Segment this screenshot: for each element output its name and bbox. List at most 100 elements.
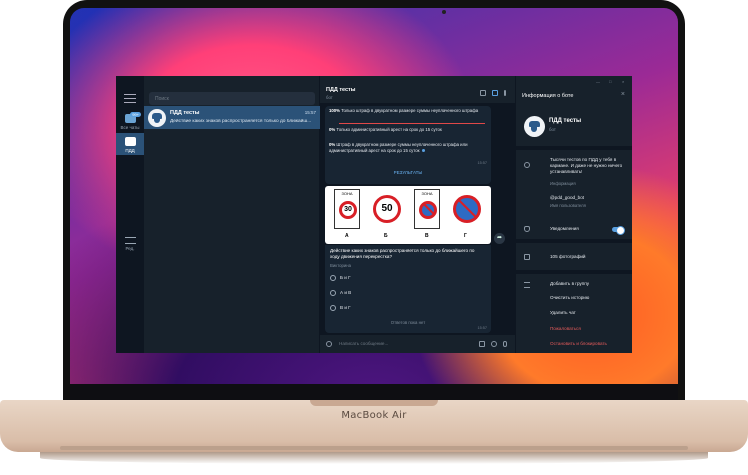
microphone-icon[interactable] [503, 341, 507, 347]
bot-username[interactable]: @pdd_good_bot [550, 195, 584, 201]
info-icon [524, 162, 530, 168]
folder-pdd[interactable]: ПДД [116, 133, 144, 155]
radio-icon [330, 305, 336, 311]
laptop-base: MacBook Air [0, 400, 748, 475]
notifications-label: Уведомления [550, 226, 579, 231]
emoji-icon[interactable] [491, 341, 497, 347]
attach-icon[interactable] [326, 341, 332, 347]
chat-title: ПДД тесты [170, 110, 200, 116]
actions-icon [524, 282, 530, 288]
base-shadow [40, 452, 708, 464]
composer: Написать сообщение... [320, 335, 515, 353]
report-button[interactable]: Пожаловаться [550, 326, 581, 332]
screen-bezel-bottom [70, 384, 678, 400]
photo-icon [524, 254, 530, 260]
radio-icon [330, 275, 336, 281]
folder-label: Ред. [125, 246, 135, 251]
username-label: Имя пользователя [550, 203, 586, 208]
message-input[interactable]: Написать сообщение... [339, 341, 388, 346]
chat-pane: ПДД тесты бот 100% Только штраф в двукра… [320, 76, 515, 353]
base-edge [60, 446, 688, 450]
maximize-icon[interactable]: □ [609, 79, 611, 84]
no-parking-sign-icon [453, 195, 481, 223]
folder-label: ПДД [125, 148, 135, 153]
window-close-icon[interactable]: × [622, 79, 624, 84]
sign-letter: А [345, 233, 349, 239]
sign-speed-50: 50 [373, 195, 401, 223]
quiz-message: Действие каких знаков распространяется т… [325, 245, 491, 333]
bot-about: Тысячи тестов по ПДД у тебя в кармане. И… [550, 157, 623, 174]
poll-option-text: Штраф в двукратном размере суммы неуплач… [329, 142, 468, 153]
quiz-type: Викторина [330, 263, 352, 268]
chat-time: 15:57 [304, 110, 316, 115]
chat-preview: Действие каких знаков распространяется т… [170, 119, 312, 124]
delete-chat[interactable]: Удалить чат [550, 310, 576, 316]
poll-percent: 100% [329, 108, 340, 113]
add-to-group[interactable]: Добавить в группу [550, 281, 589, 287]
clear-history[interactable]: Очистить историю [550, 295, 589, 301]
hinge-notch [310, 400, 438, 406]
minimize-icon[interactable]: — [596, 79, 600, 84]
poll-percent: 0% [329, 127, 336, 132]
quiz-option[interactable]: А и В [330, 290, 351, 296]
unread-badge: 99+ [130, 112, 141, 117]
sign-letter: Г [464, 233, 467, 239]
poll-option-text: Только штраф в двукратном размере суммы … [341, 108, 479, 113]
bot-name: ПДД тесты [549, 118, 582, 124]
bot-avatar [148, 108, 166, 127]
sidebar-toggle-icon[interactable] [492, 90, 498, 96]
window-controls: — □ × [592, 76, 632, 86]
sign-letter: Б [384, 233, 388, 239]
camera [442, 10, 446, 14]
search-icon[interactable] [480, 90, 486, 96]
no-parking-icon [419, 201, 437, 219]
results-button[interactable]: РЕЗУЛЬТАТЫ [325, 170, 491, 175]
search-input[interactable]: Поиск [149, 92, 315, 105]
laptop-scene: 99+ Все чаты ПДД Ред. Поиск ПДД тесты 15 [0, 0, 748, 475]
commands-icon[interactable] [479, 341, 485, 347]
sign-value: 30 [339, 201, 357, 219]
divider [516, 239, 632, 243]
chat-list-item[interactable]: ПДД тесты 15:57 Действие каких знаков ра… [144, 106, 320, 129]
quiz-question: Действие каких знаков распространяется т… [330, 248, 475, 259]
poll-bar [339, 123, 485, 125]
sign-zone-label: ЗОНА [421, 191, 433, 196]
sign-letter: В [425, 233, 429, 239]
poll-option-text: Только административный арест на срок до… [336, 127, 442, 132]
block-button[interactable]: Остановить и блокировать [550, 341, 607, 347]
chat-header-subtitle: бот [326, 95, 333, 100]
sliders-icon [124, 237, 136, 244]
info-header: Информация о боте [522, 93, 574, 99]
bot-info-panel: Информация о боте × ПДД тесты бот Тысячи… [515, 76, 632, 353]
sign-zone-30: ЗОНА 30 [334, 189, 360, 229]
folder-all-chats[interactable]: 99+ Все чаты [116, 110, 144, 132]
no-votes-label: Ответов пока нет [390, 320, 426, 325]
folders-sidebar: 99+ Все чаты ПДД Ред. [116, 76, 144, 353]
folder-icon [124, 137, 136, 146]
close-icon[interactable]: × [621, 91, 625, 98]
quiz-option[interactable]: В и Г [330, 305, 351, 311]
keyboard-deck [0, 400, 748, 452]
photos-link[interactable]: 105 фотографий [550, 254, 585, 260]
poll-option: 0% Только административный арест на срок… [329, 127, 484, 133]
folder-edit[interactable]: Ред. [116, 233, 144, 253]
sign-zone-no-parking: ЗОНА [414, 189, 440, 229]
menu-icon[interactable] [124, 94, 136, 103]
divider [516, 146, 632, 150]
quiz-option[interactable]: Б и Г [330, 275, 351, 281]
message-time: 15:57 [477, 161, 487, 165]
voted-icon [421, 148, 425, 152]
message-time: 15:57 [477, 326, 487, 330]
folder-label: Все чаты [120, 125, 140, 130]
poll-option: 100% Только штраф в двукратном размере с… [329, 108, 484, 114]
laptop-brand: MacBook Air [341, 410, 407, 421]
forward-icon[interactable]: ➦ [494, 233, 505, 244]
notifications-toggle[interactable] [612, 226, 625, 235]
bot-avatar [524, 116, 545, 137]
more-icon[interactable] [504, 90, 506, 96]
poll-option: 0% Штраф в двукратном размере суммы неуп… [329, 142, 479, 153]
divider [516, 270, 632, 274]
poll-message: 100% Только штраф в двукратном размере с… [325, 106, 491, 184]
bot-subtitle: бот [549, 127, 556, 132]
radio-icon [330, 290, 336, 296]
